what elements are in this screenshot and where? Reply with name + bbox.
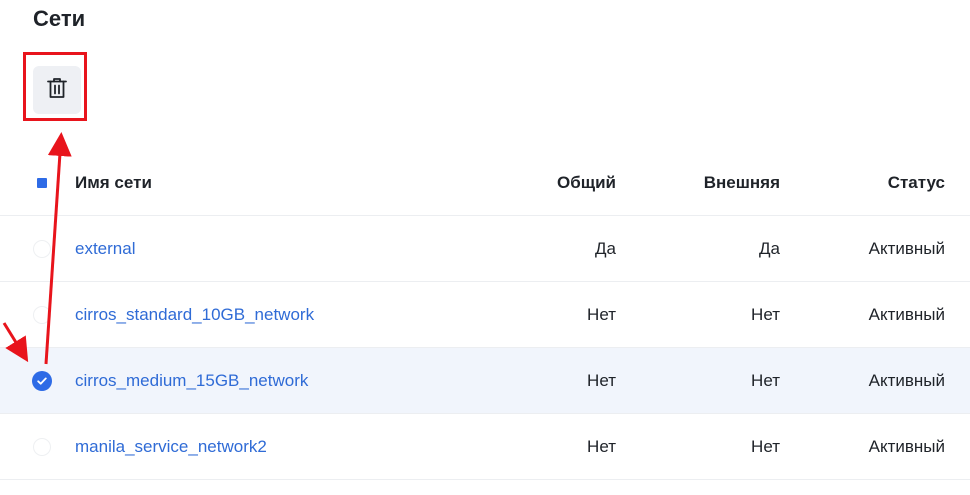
- table-header: Имя сети Общий Внешняя Статус: [0, 150, 970, 216]
- column-header-external[interactable]: Внешняя: [704, 150, 780, 215]
- delete-button[interactable]: [33, 66, 81, 114]
- status-value: Активный: [868, 370, 945, 390]
- page-title: Сети: [33, 6, 86, 31]
- shared-value: Нет: [587, 436, 616, 456]
- row-checkbox[interactable]: [30, 216, 54, 281]
- external-value: Нет: [751, 304, 780, 324]
- shared-value: Нет: [587, 304, 616, 324]
- shared-value: Нет: [587, 370, 616, 390]
- table-row: manila_service_network2 Нет Нет Активный: [0, 414, 970, 480]
- external-value: Нет: [751, 436, 780, 456]
- external-value: Нет: [751, 370, 780, 390]
- column-header-name[interactable]: Имя сети: [75, 150, 152, 215]
- column-header-status[interactable]: Статус: [888, 150, 945, 215]
- check-icon: [37, 377, 47, 385]
- column-header-shared[interactable]: Общий: [557, 150, 616, 215]
- select-all-checkbox[interactable]: [30, 150, 54, 215]
- status-value: Активный: [868, 436, 945, 456]
- status-value: Активный: [868, 238, 945, 258]
- status-value: Активный: [868, 304, 945, 324]
- row-checkbox[interactable]: [30, 414, 54, 479]
- network-name-link[interactable]: cirros_standard_10GB_network: [75, 305, 314, 325]
- table-row: external Да Да Активный: [0, 216, 970, 282]
- shared-value: Да: [595, 238, 616, 258]
- table-row-selected: cirros_medium_15GB_network Нет Нет Актив…: [0, 348, 970, 414]
- external-value: Да: [759, 238, 780, 258]
- network-name-link[interactable]: cirros_medium_15GB_network: [75, 371, 308, 391]
- trash-icon: [45, 76, 69, 105]
- network-name-link[interactable]: manila_service_network2: [75, 437, 267, 457]
- row-checkbox-checked[interactable]: [30, 348, 54, 413]
- networks-table: Имя сети Общий Внешняя Статус external Д…: [0, 150, 970, 480]
- network-name-link[interactable]: external: [75, 239, 135, 259]
- row-checkbox[interactable]: [30, 282, 54, 347]
- table-row: cirros_standard_10GB_network Нет Нет Акт…: [0, 282, 970, 348]
